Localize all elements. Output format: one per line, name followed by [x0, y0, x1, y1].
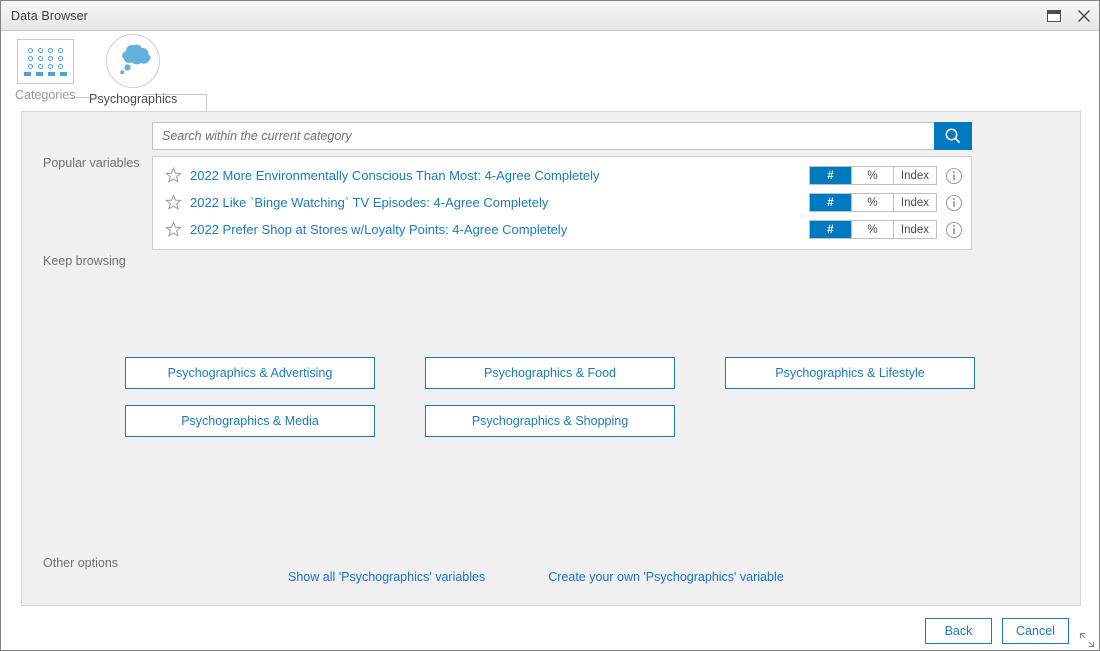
breadcrumb-label-categories: Categories	[15, 88, 75, 102]
mode-percent-button[interactable]: %	[852, 194, 894, 211]
variable-row[interactable]: 2022 Like `Binge Watching` TV Episodes: …	[153, 189, 971, 216]
create-own-variable-link[interactable]: Create your own 'Psychographics' variabl…	[548, 570, 783, 584]
browse-button-lifestyle[interactable]: Psychographics & Lifestyle	[725, 357, 975, 389]
restore-icon	[1047, 10, 1061, 22]
window-controls	[1041, 1, 1097, 31]
star-outline-icon[interactable]	[165, 194, 182, 211]
info-icon[interactable]	[945, 221, 963, 239]
content-panel: Popular variables Keep browsing Other op…	[21, 111, 1081, 606]
grid-icon	[17, 39, 74, 84]
mode-count-button[interactable]: #	[810, 221, 852, 238]
info-icon[interactable]	[945, 167, 963, 185]
footer-bar: Back Cancel	[1, 606, 1100, 651]
mode-index-button[interactable]: Index	[894, 167, 936, 184]
browse-button-empty-slot	[725, 405, 975, 437]
star-outline-icon[interactable]	[165, 167, 182, 184]
mode-count-button[interactable]: #	[810, 167, 852, 184]
data-browser-window: Data Browser	[0, 0, 1100, 651]
variable-name[interactable]: 2022 More Environmentally Conscious Than…	[190, 168, 809, 183]
search-button[interactable]	[934, 122, 972, 150]
browse-button-row: Psychographics & Advertising Psychograph…	[125, 357, 1005, 389]
breadcrumb-label-psychographics: Psychographics	[89, 92, 177, 106]
window-title: Data Browser	[11, 9, 88, 23]
value-mode-toggle: # % Index	[809, 193, 937, 212]
other-options-links: Show all 'Psychographics' variables Crea…	[288, 570, 784, 584]
section-label-keep-browsing: Keep browsing	[43, 254, 126, 268]
footer-buttons: Back Cancel	[925, 618, 1069, 644]
close-button[interactable]	[1071, 4, 1097, 28]
mode-index-button[interactable]: Index	[894, 221, 936, 238]
restore-button[interactable]	[1041, 4, 1067, 28]
section-label-other-options: Other options	[43, 556, 118, 570]
mode-index-button[interactable]: Index	[894, 194, 936, 211]
close-icon	[1077, 9, 1091, 23]
title-bar: Data Browser	[1, 1, 1100, 31]
mode-count-button[interactable]: #	[810, 194, 852, 211]
resize-grip-icon[interactable]	[1079, 632, 1095, 648]
search-icon	[944, 127, 962, 145]
browse-button-advertising[interactable]: Psychographics & Advertising	[125, 357, 375, 389]
star-outline-icon[interactable]	[165, 221, 182, 238]
mode-percent-button[interactable]: %	[852, 221, 894, 238]
variable-row[interactable]: 2022 More Environmentally Conscious Than…	[153, 162, 971, 189]
show-all-variables-link[interactable]: Show all 'Psychographics' variables	[288, 570, 485, 584]
variable-name[interactable]: 2022 Prefer Shop at Stores w/Loyalty Poi…	[190, 222, 809, 237]
keep-browsing-buttons: Psychographics & Advertising Psychograph…	[125, 357, 1005, 453]
search-input[interactable]	[152, 122, 934, 150]
cloud-icon	[106, 34, 160, 88]
variable-row[interactable]: 2022 Prefer Shop at Stores w/Loyalty Poi…	[153, 216, 971, 243]
info-icon[interactable]	[945, 194, 963, 212]
browse-button-media[interactable]: Psychographics & Media	[125, 405, 375, 437]
browse-button-row: Psychographics & Media Psychographics & …	[125, 405, 1005, 437]
breadcrumb: Categories Psychographics	[1, 31, 1100, 111]
breadcrumb-item-psychographics[interactable]: Psychographics	[89, 34, 177, 106]
cancel-button[interactable]: Cancel	[1002, 618, 1069, 644]
back-button[interactable]: Back	[925, 618, 992, 644]
browse-button-food[interactable]: Psychographics & Food	[425, 357, 675, 389]
value-mode-toggle: # % Index	[809, 166, 937, 185]
section-label-popular-variables: Popular variables	[43, 156, 140, 170]
popular-variables-list: 2022 More Environmentally Conscious Than…	[152, 156, 972, 250]
thought-cloud-icon	[112, 43, 154, 79]
browse-button-shopping[interactable]: Psychographics & Shopping	[425, 405, 675, 437]
variable-name[interactable]: 2022 Like `Binge Watching` TV Episodes: …	[190, 195, 809, 210]
value-mode-toggle: # % Index	[809, 220, 937, 239]
mode-percent-button[interactable]: %	[852, 167, 894, 184]
search-bar	[152, 122, 972, 150]
breadcrumb-item-categories[interactable]: Categories	[15, 39, 75, 102]
